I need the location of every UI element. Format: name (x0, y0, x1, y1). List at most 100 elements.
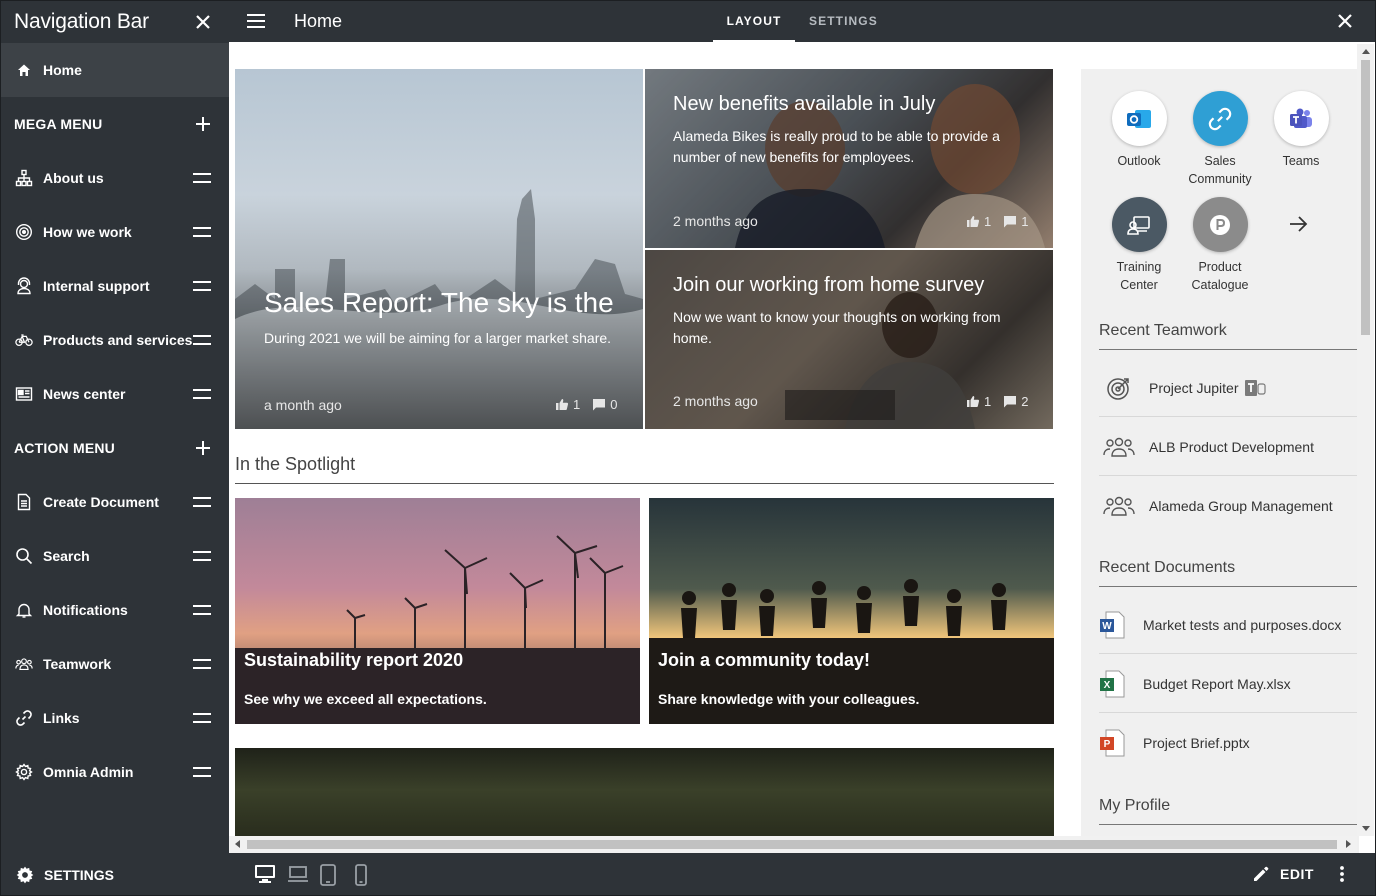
sidebar-item-news-center[interactable]: News center (1, 367, 229, 421)
scroll-right-arrow-icon[interactable] (1346, 840, 1351, 848)
news-tile-main[interactable]: Sales Report: The sky is the During 2021… (235, 69, 643, 429)
gear-icon (13, 763, 34, 781)
news-title[interactable]: Sales Report: The sky is the (264, 287, 614, 319)
drag-handle-icon[interactable] (193, 173, 211, 183)
sidebar-item-links[interactable]: Links (1, 691, 229, 745)
app-product-catalogue[interactable]: Product Catalogue (1180, 197, 1260, 294)
action-menu-header[interactable]: ACTION MENU (1, 421, 229, 475)
drag-handle-icon[interactable] (193, 767, 211, 777)
comment-icon[interactable] (1003, 215, 1017, 228)
sidebar-item-omnia-admin[interactable]: Omnia Admin (1, 745, 229, 799)
spotlight-card-sustainability[interactable]: Sustainability report 2020 See why we ex… (235, 498, 640, 724)
mobile-view-icon[interactable] (354, 864, 368, 886)
like-count: 1 (984, 394, 992, 409)
news-title[interactable]: Join our working from home survey (673, 274, 984, 297)
sidebar-item-how-we-work[interactable]: How we work (1, 205, 229, 259)
scroll-left-arrow-icon[interactable] (235, 840, 240, 848)
sidebar-item-label: Search (43, 548, 90, 564)
sidebar-item-teamwork[interactable]: Teamwork (1, 637, 229, 691)
drag-handle-icon[interactable] (193, 659, 211, 669)
more-vertical-icon[interactable] (1339, 865, 1345, 883)
scrollbar-thumb[interactable] (247, 840, 1337, 849)
tab-settings[interactable]: SETTINGS (809, 14, 878, 28)
news-tile-survey[interactable]: Join our working from home survey Now we… (645, 250, 1053, 429)
news-summary: Now we want to know your thoughts on wor… (673, 309, 1001, 346)
scroll-down-arrow-icon[interactable] (1362, 826, 1370, 831)
like-icon[interactable] (555, 398, 569, 411)
tablet-view-icon[interactable] (319, 864, 337, 886)
scrollbar-thumb[interactable] (1361, 60, 1370, 335)
news-title[interactable]: New benefits available in July (673, 93, 935, 116)
recent-documents-heading: Recent Documents (1099, 559, 1236, 576)
document-icon (13, 493, 34, 511)
drag-handle-icon[interactable] (193, 605, 211, 615)
divider (1099, 824, 1359, 825)
app-outlook[interactable]: Outlook (1099, 91, 1179, 170)
settings-button[interactable]: SETTINGS (15, 865, 114, 885)
teamwork-item[interactable]: Alameda Group Management (1099, 477, 1359, 535)
teamwork-item[interactable]: ALB Product Development (1099, 418, 1359, 476)
drag-handle-icon[interactable] (193, 335, 211, 345)
desktop-view-icon[interactable] (254, 864, 276, 884)
plus-icon[interactable] (195, 116, 211, 132)
svg-text:P: P (1104, 739, 1111, 750)
drag-handle-icon[interactable] (193, 713, 211, 723)
close-icon[interactable] (195, 14, 211, 30)
document-item[interactable]: W Market tests and purposes.docx (1099, 596, 1359, 654)
close-icon[interactable] (1337, 13, 1353, 29)
target-arrow-icon (1099, 374, 1139, 402)
arrow-right-icon[interactable] (1287, 213, 1309, 235)
word-file-icon: W (1099, 611, 1127, 639)
sidebar-item-products[interactable]: Products and services (1, 313, 229, 367)
sidebar-item-search[interactable]: Search (1, 529, 229, 583)
sidebar-item-notifications[interactable]: Notifications (1, 583, 229, 637)
drag-handle-icon[interactable] (193, 227, 211, 237)
news-timestamp: 2 months ago (673, 393, 758, 409)
like-icon[interactable] (966, 215, 980, 228)
news-summary: Alameda Bikes is really proud to be able… (673, 128, 1000, 165)
document-name: Market tests and purposes.docx (1143, 616, 1342, 633)
home-icon (13, 61, 34, 79)
sidebar-item-internal-support[interactable]: Internal support (1, 259, 229, 313)
comment-icon[interactable] (1003, 395, 1017, 408)
drag-handle-icon[interactable] (193, 551, 211, 561)
like-icon[interactable] (966, 395, 980, 408)
teamwork-item[interactable]: Project Jupiter (1099, 359, 1359, 417)
group-icon (1099, 494, 1139, 518)
sitemap-icon (13, 169, 34, 187)
newspaper-icon (13, 385, 34, 403)
laptop-view-icon[interactable] (287, 864, 309, 884)
news-tile-benefits[interactable]: New benefits available in July Alameda B… (645, 69, 1053, 248)
drag-handle-icon[interactable] (193, 389, 211, 399)
target-icon (13, 223, 34, 241)
vertical-scrollbar[interactable] (1357, 44, 1374, 836)
app-teams[interactable]: Teams (1261, 91, 1341, 170)
sidebar-item-about-us[interactable]: About us (1, 151, 229, 205)
like-count: 1 (573, 397, 581, 412)
sidebar-item-create-document[interactable]: Create Document (1, 475, 229, 529)
document-item[interactable]: X Budget Report May.xlsx (1099, 655, 1359, 713)
plus-icon[interactable] (195, 440, 211, 456)
scroll-up-arrow-icon[interactable] (1362, 49, 1370, 54)
drag-handle-icon[interactable] (193, 281, 211, 291)
comment-count: 1 (1021, 214, 1029, 229)
app-training-center[interactable]: Training Center (1099, 197, 1179, 294)
comment-icon[interactable] (592, 398, 606, 411)
tab-layout[interactable]: LAYOUT (713, 14, 795, 28)
hamburger-menu-icon[interactable] (247, 14, 265, 28)
spotlight-title[interactable]: Join a community today! (658, 650, 870, 671)
spotlight-title[interactable]: Sustainability report 2020 (244, 650, 463, 671)
settings-label: SETTINGS (44, 867, 115, 883)
drag-handle-icon[interactable] (193, 497, 211, 507)
app-sales-community[interactable]: Sales Community (1180, 91, 1260, 188)
navigation-sidebar: Navigation Bar Home MEGA MENU About us H… (0, 0, 229, 853)
spotlight-card-community[interactable]: Join a community today! Share knowledge … (649, 498, 1054, 724)
edit-button[interactable]: EDIT (1252, 865, 1314, 883)
spotlight-text: Share knowledge with your colleagues. (658, 691, 920, 707)
document-item[interactable]: P Project Brief.pptx (1099, 714, 1359, 772)
sidebar-item-home[interactable]: Home (1, 43, 229, 97)
mega-menu-header[interactable]: MEGA MENU (1, 97, 229, 151)
horizontal-scrollbar[interactable] (229, 836, 1357, 853)
training-icon (1111, 197, 1167, 252)
sidebar-item-label: Omnia Admin (43, 764, 134, 780)
